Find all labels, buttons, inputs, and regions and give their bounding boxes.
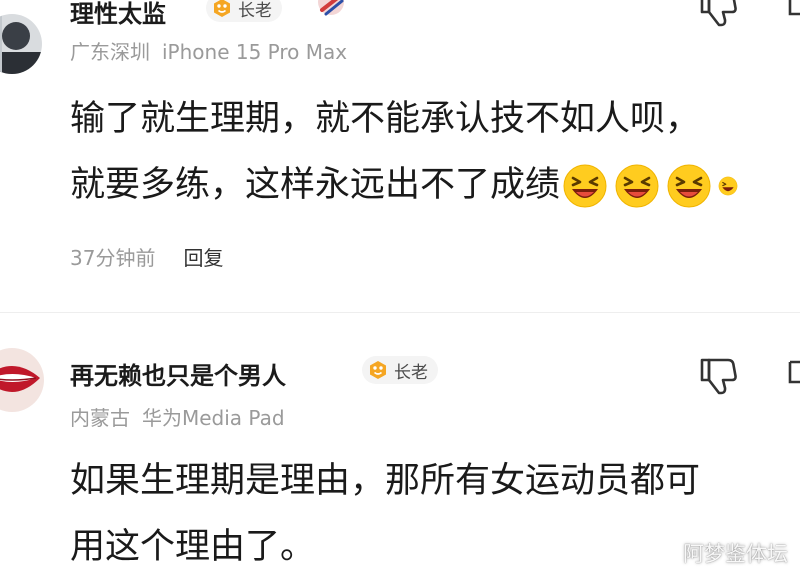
divider [0,312,800,313]
comment-line: 用这个理由了。 [70,527,316,567]
avatar[interactable] [0,14,42,74]
laughing-emoji-icon [615,164,659,208]
elder-badge-icon [214,0,230,17]
comment-line-with-emoji: 就要多练，这样永远出不了成绩 [70,152,738,218]
avatar-image [0,348,44,412]
badge-label: 长老 [238,0,272,21]
more-icon[interactable] [780,0,800,28]
more-icon[interactable] [780,356,800,396]
device: 华为Media Pad [142,406,285,430]
device: iPhone 15 Pro Max [162,40,348,64]
avatar-image [0,14,42,74]
elder-badge: 长老 [362,356,438,384]
username[interactable]: 理性太监 [70,0,166,29]
comment-meta: 广东深圳 iPhone 15 Pro Max [70,36,347,65]
watermark: 阿梦鉴体坛 [683,542,788,566]
comment-item: 再无赖也只是个男人 长老 内蒙古 华为Media Pad 如果生理期是理由，那所有… [0,340,800,578]
username[interactable]: 再无赖也只是个男人 [70,356,286,391]
badge-label: 长老 [394,362,428,383]
laughing-emoji-icon [667,164,711,208]
timestamp: 37分钟前 [70,246,156,270]
comment-line: 输了就生理期，就不能承认技不如人呗， [70,99,701,139]
medal-icon [314,0,348,22]
elder-badge-icon [370,361,386,379]
avatar[interactable] [0,348,44,412]
comment-meta: 内蒙古 华为Media Pad [70,402,285,431]
emoji-row [562,163,738,209]
laughing-emoji-icon [563,164,607,208]
comment-line: 就要多练，这样永远出不了成绩 [70,165,561,205]
location: 广东深圳 [70,40,150,64]
thumbs-down-icon [700,358,737,395]
laughing-emoji-icon [718,176,738,196]
location: 内蒙古 [70,406,130,430]
reply-button[interactable]: 回复 [183,246,223,270]
comment-item: 理性太监 长老 广东深圳iPhone 15 Pro Max 输了就生理期，就不 [0,0,800,300]
comment-text: 输了就生理期，就不能承认技不如人呗， 就要多练，这样永远出不了成绩 [70,86,738,218]
comment-text: 如果生理期是理由，那所有女运动员都可 用这个理由了。 [70,448,700,580]
like-button[interactable] [696,0,740,30]
like-button[interactable] [696,354,740,398]
thumbs-down-icon [700,0,737,27]
comment-line: 如果生理期是理由，那所有女运动员都可 [70,461,701,501]
comment-footer: 37分钟前 回复 [70,242,223,271]
elder-badge: 长老 [206,0,282,22]
